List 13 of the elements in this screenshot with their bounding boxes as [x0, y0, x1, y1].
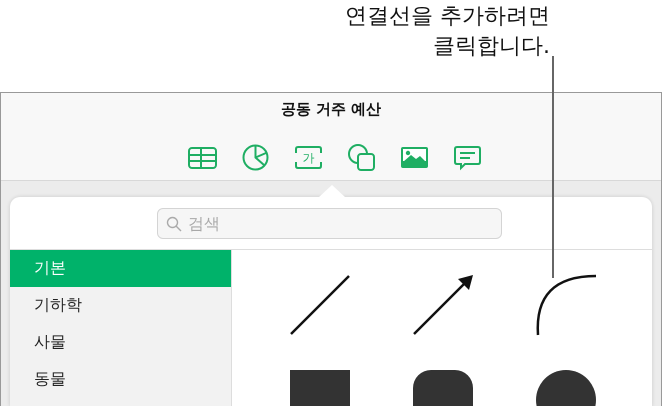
category-item[interactable]: 사물 — [10, 324, 231, 361]
curve-shape[interactable] — [534, 274, 598, 336]
callout-text: 클릭합니다. — [433, 33, 550, 61]
arrow-shape[interactable] — [411, 274, 475, 336]
document-title: 공동 거주 예산 — [280, 100, 382, 119]
callout-text: 연결선을 추가하려면 — [345, 3, 550, 31]
comment-icon[interactable] — [453, 143, 482, 172]
pie-chart-icon[interactable] — [241, 143, 270, 172]
category-item[interactable]: 동물 — [10, 361, 231, 398]
search-field[interactable]: 검색 — [157, 208, 502, 239]
shapes-icon[interactable] — [347, 143, 376, 172]
category-item[interactable]: 기하학 — [10, 287, 231, 324]
line-shape[interactable] — [288, 274, 352, 336]
